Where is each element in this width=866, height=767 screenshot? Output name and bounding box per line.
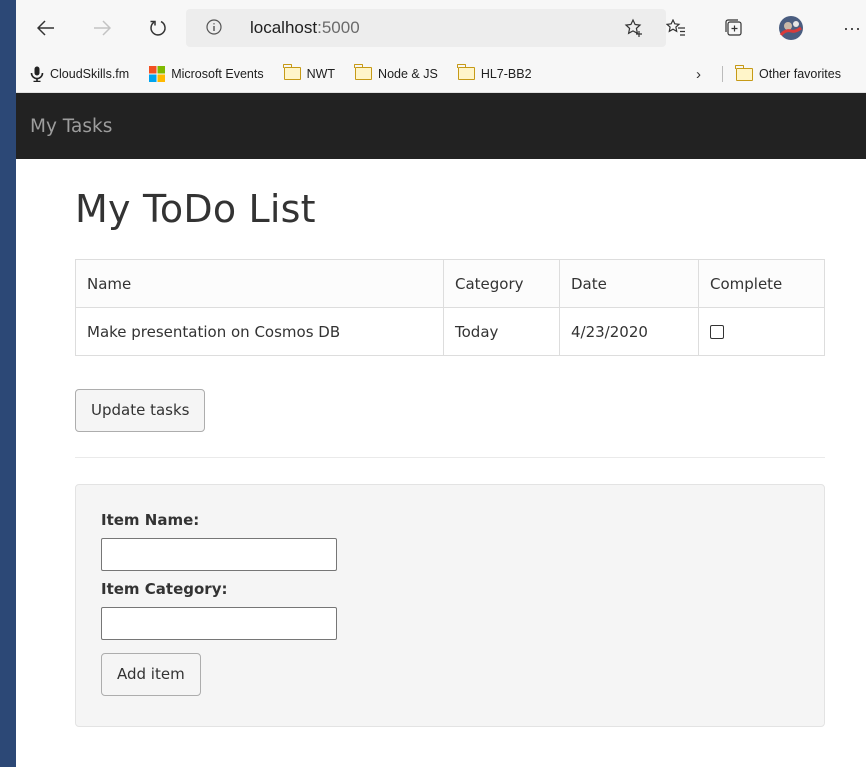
favorite-label: HL7-BB2	[480, 66, 532, 81]
item-category-label: Item Category:	[101, 580, 228, 598]
favorite-folder-node-js[interactable]: Node & JS	[354, 64, 438, 81]
browser-window: localhost:5000 ··· CloudSkills.fm Micros…	[16, 0, 866, 767]
task-name-cell: Make presentation on Cosmos DB	[75, 307, 444, 356]
favorite-microsoft-events[interactable]: Microsoft Events	[149, 65, 264, 82]
refresh-icon[interactable]	[144, 14, 172, 42]
favorite-folder-nwt[interactable]: NWT	[282, 64, 336, 81]
more-favorites-chevron-icon[interactable]: ›	[696, 66, 701, 83]
favorite-label: Node & JS	[378, 66, 438, 81]
task-date-cell: 4/23/2020	[559, 307, 699, 356]
forward-icon[interactable]	[88, 14, 116, 42]
favorites-divider	[722, 66, 723, 82]
folder-icon	[354, 64, 373, 80]
url-text[interactable]: localhost:5000	[250, 18, 360, 38]
favorite-label: CloudSkills.fm	[50, 66, 130, 81]
favorite-folder-hl7-bb2[interactable]: HL7-BB2	[457, 64, 532, 81]
address-bar[interactable]: localhost:5000	[186, 9, 666, 47]
update-tasks-button[interactable]: Update tasks	[75, 389, 206, 432]
favorite-label: NWT	[306, 66, 336, 81]
complete-checkbox[interactable]	[710, 325, 724, 339]
column-header-name: Name	[75, 259, 444, 308]
column-header-date: Date	[559, 259, 699, 308]
navbar-brand[interactable]: My Tasks	[30, 116, 112, 137]
favorites-icon[interactable]	[664, 14, 688, 42]
main-content: My ToDo List Name Category Date Complete…	[75, 159, 825, 727]
folder-icon	[735, 64, 753, 81]
favorite-cloudskills[interactable]: CloudSkills.fm	[30, 66, 129, 82]
microsoft-logo-icon	[149, 65, 166, 82]
task-category-cell: Today	[443, 307, 560, 356]
favorite-label: Other favorites	[759, 67, 841, 81]
folder-icon	[457, 64, 475, 80]
column-header-complete: Complete	[698, 259, 825, 308]
browser-toolbar: localhost:5000 ···	[16, 0, 866, 55]
add-item-button[interactable]: Add item	[101, 653, 201, 696]
page-title: My ToDo List	[75, 187, 316, 231]
table-header-row: Name Category Date Complete	[75, 259, 825, 308]
column-header-category: Category	[443, 259, 560, 308]
folder-icon	[282, 64, 301, 80]
task-complete-cell	[698, 307, 825, 356]
profile-avatar-icon[interactable]	[776, 14, 806, 42]
item-name-label: Item Name:	[101, 511, 200, 529]
favorite-label: Microsoft Events	[171, 66, 264, 81]
app-navbar: My Tasks	[16, 93, 866, 159]
settings-menu-icon[interactable]: ···	[838, 14, 866, 42]
favorites-bar: CloudSkills.fm Microsoft Events NWT Node…	[16, 55, 866, 93]
item-name-input[interactable]	[101, 538, 337, 571]
collections-icon[interactable]	[722, 14, 746, 42]
url-host: localhost	[250, 18, 318, 37]
back-icon[interactable]	[32, 14, 60, 42]
add-favorite-icon[interactable]	[624, 18, 644, 43]
url-port: :5000	[317, 18, 360, 37]
section-divider	[75, 457, 825, 458]
item-category-input[interactable]	[101, 607, 337, 640]
tasks-table: Name Category Date Complete Make present…	[75, 259, 825, 356]
add-item-form: Item Name: Item Category: Add item	[75, 484, 825, 727]
site-info-icon[interactable]	[206, 19, 222, 40]
podcast-icon	[30, 66, 44, 82]
table-row: Make presentation on Cosmos DB Today 4/2…	[75, 307, 825, 356]
other-favorites-folder[interactable]: Other favorites	[735, 55, 841, 93]
